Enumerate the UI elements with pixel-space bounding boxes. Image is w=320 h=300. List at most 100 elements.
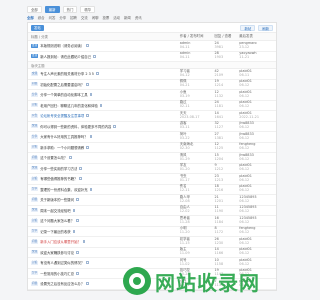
category-badge[interactable]: 问答: [31, 82, 39, 87]
last-post-date: 06-12: [239, 219, 250, 224]
filter-item-1[interactable]: 综合: [38, 15, 45, 20]
thread-link[interactable]: 关于新版本的一些疑问: [40, 197, 74, 202]
author-cell: admin 04-11: [180, 52, 215, 60]
thread-row: 讨论 这个问题大家怎么看？ 思考者 11-28 16 1184 12345893 06-12: [28, 216, 276, 227]
thread-title-cell: 问答 初始化配置之后需要重启吗？: [31, 82, 180, 87]
category-badge[interactable]: 讨论: [31, 176, 39, 181]
reply-cell: 15 1204: [214, 153, 239, 162]
category-badge[interactable]: 交流: [31, 71, 39, 76]
reply-cell: 32 1127: [214, 122, 239, 130]
thread-title-cell: 问答 这个设置怎么改？: [31, 155, 180, 160]
category-badge[interactable]: 讨论: [31, 260, 39, 265]
filter-item-5[interactable]: 交流: [81, 15, 88, 20]
refresh-button[interactable]: 刷新: [258, 24, 273, 31]
thread-link[interactable]: 论坛帐号安全提醒及注意事项: [40, 113, 84, 118]
reply-cell: 42 2109: [214, 69, 239, 78]
view-count: 1381: [214, 135, 224, 140]
category-badge[interactable]: 讨论: [31, 218, 39, 223]
category-badge[interactable]: 公告: [31, 113, 39, 118]
thread-link[interactable]: 本版规则说明（请务必阅读）: [40, 43, 84, 48]
category-badge[interactable]: 问答: [31, 239, 39, 244]
category-badge[interactable]: 交流: [31, 250, 39, 255]
author-cell: 路人甲 12-08: [180, 195, 215, 204]
reply-cell: 24 1181: [214, 101, 239, 109]
last-post-cell: 12345893 06-12: [239, 195, 273, 204]
thread-row: 交流 专注人声元素的相关素材分享 2 3 5 学习者 04-12 42 2109 plaid…: [28, 69, 276, 80]
thread-link[interactable]: 周末一起交流经验吧: [40, 208, 71, 213]
attachment-icon: [86, 114, 89, 118]
new-post-button[interactable]: 发帖: [31, 24, 44, 31]
top-tab-bar: 全部 最新 热门 精华: [27, 5, 277, 13]
filter-item-8[interactable]: 活动: [113, 15, 120, 20]
thread-link[interactable]: 有没有人遇到过类似的情况？: [40, 260, 84, 265]
tab-0[interactable]: 全部: [27, 5, 42, 13]
post-date: 04-11: [179, 44, 190, 49]
thread-link[interactable]: 一些常用的小技巧汇总: [40, 271, 74, 276]
filter-item-4[interactable]: 招聘: [70, 15, 77, 20]
author-cell: 荷叶 03-22: [180, 132, 215, 141]
tab-1[interactable]: 最新: [44, 5, 60, 13]
thread-link[interactable]: 初始化配置之后需要重启吗？: [40, 82, 84, 87]
category-badge[interactable]: 分享: [31, 92, 39, 97]
filter-item-9[interactable]: 新闻: [124, 15, 131, 20]
attachment-icon: [76, 198, 79, 202]
thread-link[interactable]: 记录一下最近的收获: [40, 229, 71, 234]
category-badge[interactable]: 分享: [31, 229, 39, 234]
filter-item-2[interactable]: 问答: [49, 15, 56, 20]
filter-item-6[interactable]: 闲聊: [92, 15, 99, 20]
view-count: 1903: [214, 55, 224, 60]
category-badge[interactable]: 分享: [31, 134, 39, 139]
thread-link[interactable]: 你可以得到一些新的资料，体验更多不同的内容: [40, 124, 111, 129]
tab-3[interactable]: 精华: [80, 5, 96, 13]
thread-link[interactable]: 这个问题大家怎么看？: [40, 218, 74, 223]
attachment-icon: [99, 103, 103, 107]
last-post-cell: plaid01 06-12: [239, 237, 273, 246]
category-badge[interactable]: 交流: [31, 208, 39, 213]
filter-item-10[interactable]: 资讯: [135, 15, 142, 20]
category-badge[interactable]: 交流: [31, 124, 39, 129]
thread-link[interactable]: 大家有什么好用的工具推荐吗？: [40, 134, 87, 139]
thread-title-cell: 交流 分享一些实用的学习方法: [31, 166, 180, 171]
thread-row: 交流 周末一起交流经验吧 自由人 12-02 11 1190 12345893 06-12: [28, 206, 276, 216]
thread-link[interactable]: 新手入门应该从哪里开始？: [40, 239, 81, 244]
thread-link[interactable]: 新人报到帖：请在此跟帖介绍自己: [40, 54, 91, 59]
category-badge[interactable]: 讨论: [31, 145, 39, 150]
author-cell: 游客 03-11: [180, 122, 215, 130]
category-badge[interactable]: 问答: [31, 197, 39, 202]
category-badge[interactable]: 分享: [31, 271, 39, 276]
category-badge[interactable]: 分享: [31, 187, 39, 192]
thread-list: 交流 专注人声元素的相关素材分享 2 3 5 学习者 04-12 42 2109 plaid…: [28, 69, 276, 290]
last-post-cell: plaid01 06-12: [239, 80, 273, 88]
reply-cell: 19 1214: [214, 80, 239, 88]
thread-title-cell: 分享 大家有什么好用的工具推荐吗？: [31, 134, 180, 139]
thread-row: 问答 关于新版本的一些疑问 路人甲 12-08 21 1201 12345893 06-12: [28, 195, 276, 206]
thread-link[interactable]: 这个设置怎么改？: [40, 155, 67, 160]
last-post-date: 06-12: [239, 177, 250, 182]
thread-link[interactable]: 专注人声元素的相关素材分享 2 3 5: [40, 71, 94, 76]
thread-link[interactable]: 新手求助：一个小问题想请教: [40, 145, 84, 150]
thread-link[interactable]: 分享一个简单的自动化脚本工具: [40, 92, 87, 97]
attachment-icon: [86, 145, 89, 149]
author-cell: 初学者 11-15: [180, 237, 215, 246]
post-date: 2023-08-17: [179, 114, 200, 119]
thread-row: 分享 分享一个简单的自动化脚本工具 小鱼 03-19 12 1132 plaid01 06-1…: [28, 90, 276, 101]
filter-item-7[interactable]: 投票: [102, 15, 109, 20]
category-badge[interactable]: 问答: [31, 155, 39, 160]
reply-cell: 12 1125: [214, 143, 239, 151]
thread-link[interactable]: 整理的一份资料合集，欢迎补充: [40, 187, 87, 192]
thread-link[interactable]: 设置完之后没有反应怎么办？: [40, 281, 84, 286]
new-threads-button[interactable]: 新帖: [240, 24, 256, 31]
post-date: 12-02: [179, 209, 190, 214]
thread-link[interactable]: 老用户回归：聊聊这几年的变化和体验: [40, 103, 98, 108]
thread-link[interactable]: 有哪些值得推荐的书籍？: [40, 176, 77, 181]
category-badge[interactable]: 问答: [31, 281, 39, 286]
filter-item-3[interactable]: 分享: [59, 15, 66, 20]
thread-link[interactable]: 欢迎大家踊跃参与讨论: [40, 250, 74, 255]
filter-item-0[interactable]: 全部: [27, 15, 34, 20]
category-badge[interactable]: 交流: [31, 166, 39, 171]
category-badge[interactable]: 讨论: [31, 103, 39, 108]
last-post-date: 06-12: [239, 156, 250, 161]
reply-cell: 9 1212: [214, 164, 239, 172]
tab-2[interactable]: 热门: [62, 5, 78, 13]
thread-link[interactable]: 分享一些实用的学习方法: [40, 166, 77, 171]
